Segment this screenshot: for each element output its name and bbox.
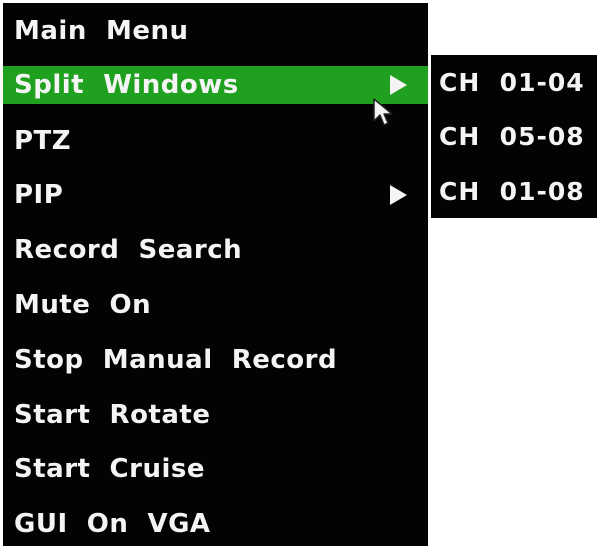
menu-item-gui-on-vga[interactable]: GUI On VGA: [3, 505, 428, 543]
menu-item-label: Record Search: [14, 235, 243, 265]
menu-item-label: Split Windows: [14, 70, 239, 100]
menu-item-mute-on[interactable]: Mute On: [3, 286, 428, 324]
menu-item-start-cruise[interactable]: Start Cruise: [3, 450, 428, 488]
submenu-arrow-icon: [390, 185, 407, 205]
menu-item-label: PTZ: [14, 126, 72, 156]
menu-item-start-rotate[interactable]: Start Rotate: [3, 396, 428, 434]
submenu-item-ch-01-08[interactable]: CH 01-08: [431, 171, 597, 211]
menu-item-label: PIP: [14, 180, 64, 210]
main-menu: Main Menu Split Windows PTZ PIP Record S…: [3, 3, 428, 546]
menu-item-label: Stop Manual Record: [14, 345, 338, 375]
menu-item-label: Start Cruise: [14, 454, 205, 484]
submenu-item-ch-01-04[interactable]: CH 01-04: [431, 62, 597, 102]
mouse-pointer-icon: [373, 98, 393, 126]
menu-item-ptz[interactable]: PTZ: [3, 122, 428, 160]
menu-item-label: Mute On: [14, 290, 152, 320]
submenu-item-ch-05-08[interactable]: CH 05-08: [431, 116, 597, 156]
menu-item-pip[interactable]: PIP: [3, 176, 428, 214]
menu-item-split-windows[interactable]: Split Windows: [3, 66, 428, 104]
menu-item-stop-manual-record[interactable]: Stop Manual Record: [3, 341, 428, 379]
menu-item-label: GUI On VGA: [14, 509, 211, 539]
menu-title: Main Menu: [14, 16, 189, 46]
split-windows-submenu: CH 01-04 CH 05-08 CH 01-08: [431, 55, 597, 218]
submenu-arrow-icon: [390, 75, 407, 95]
menu-item-label: Start Rotate: [14, 400, 211, 430]
menu-item-record-search[interactable]: Record Search: [3, 231, 428, 269]
